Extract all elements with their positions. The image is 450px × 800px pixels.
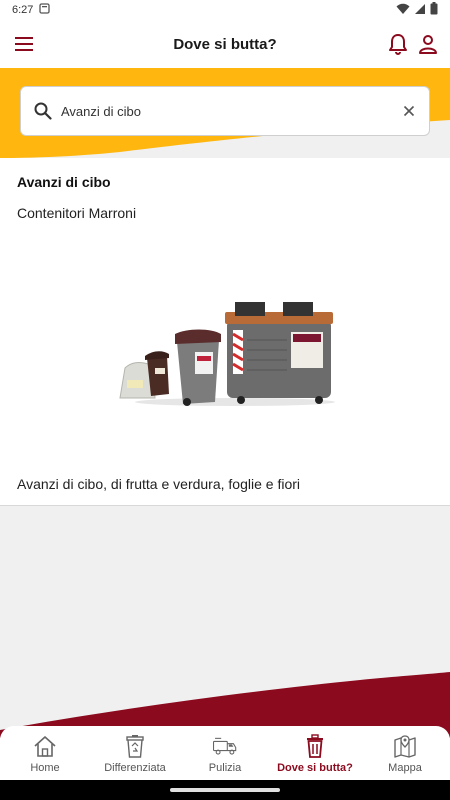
nav-item-dove-si-butta[interactable]: Dove si butta? [270,726,360,780]
app-bar: Dove si butta? [0,20,450,68]
nav-item-pulizia[interactable]: Pulizia [180,726,270,780]
user-icon[interactable] [414,30,442,58]
clear-icon[interactable] [397,99,421,123]
signal-icon [414,3,426,18]
battery-icon [430,2,438,18]
status-bar: 6:27 [0,0,450,20]
waste-containers-image [119,302,335,406]
street-sweeper-icon [212,734,238,758]
nav-label-pulizia: Pulizia [208,762,242,774]
map-pin-icon [392,734,418,758]
nav-label-home: Home [30,762,60,774]
nav-label-differenziata: Differenziata [104,762,166,774]
search-icon [31,99,55,123]
search-band [0,68,450,158]
trash-icon [302,734,328,758]
nav-label-dove-si-butta: Dove si butta? [277,762,353,774]
search-field[interactable] [20,86,430,136]
bell-icon[interactable] [384,30,412,58]
notification-icon [39,3,51,17]
status-time: 6:27 [12,4,34,16]
menu-icon[interactable] [10,30,38,58]
nav-item-mappa[interactable]: Mappa [360,726,450,780]
result-title: Avanzi di cibo [17,174,111,190]
home-icon [32,734,58,758]
search-input[interactable] [61,87,397,135]
result-card[interactable]: Avanzi di cibo Contenitori Marroni Avanz… [0,158,450,506]
system-navigation-bar [0,780,450,800]
wifi-icon [396,3,410,18]
home-gesture-pill[interactable] [170,788,280,792]
nav-item-home[interactable]: Home [0,726,90,780]
result-container: Contenitori Marroni [17,205,137,221]
nav-label-mappa: Mappa [388,762,422,774]
page-title: Dove si butta? [173,35,277,53]
bottom-navigation: Home Differenziata Pulizia Dove si butta… [0,726,450,780]
result-description: Avanzi di cibo, di frutta e verdura, fog… [17,476,301,492]
nav-item-differenziata[interactable]: Differenziata [90,726,180,780]
recycle-bin-icon [122,734,148,758]
